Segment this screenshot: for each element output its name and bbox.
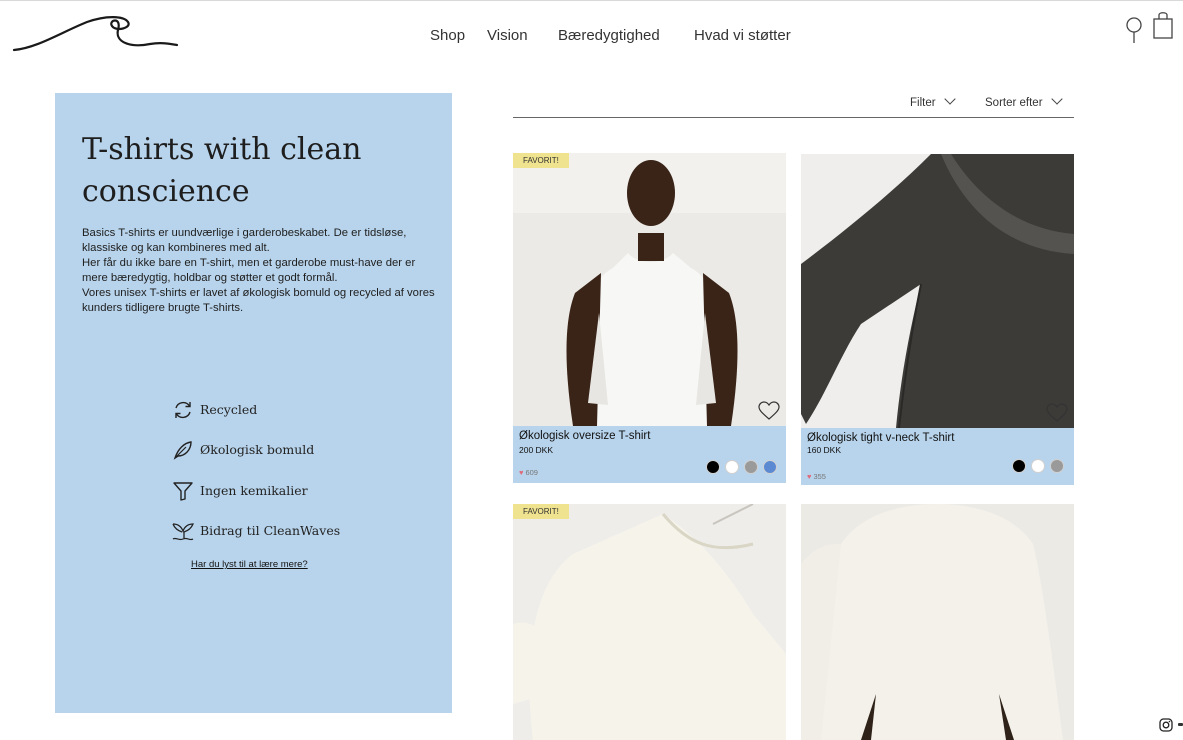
product-name: Økologisk oversize T-shirt (519, 430, 651, 442)
product-info: Økologisk tight v-neck T-shirt 160 DKK ♥… (801, 428, 1074, 485)
product-photo (513, 153, 786, 426)
product-name: Økologisk tight v-neck T-shirt (807, 432, 955, 444)
location-pin-icon[interactable] (1124, 16, 1144, 44)
shopping-bag-icon[interactable] (1151, 10, 1175, 40)
main-nav: Shop Vision Bæredygtighed Hvad vi støtte… (0, 27, 1183, 47)
product-card[interactable] (801, 504, 1074, 740)
product-price: 200 DKK (519, 445, 554, 455)
product-card[interactable]: FAVORIT! (513, 504, 786, 740)
top-border (0, 0, 1183, 1)
page-title: T-shirts with clean conscience (82, 132, 362, 209)
like-count-value: 355 (813, 472, 826, 481)
intro-paragraph: Her får du ikke bare en T-shirt, men et … (82, 257, 416, 284)
product-photo (801, 154, 1074, 428)
nav-sustainability[interactable]: Bæredygtighed (558, 27, 660, 44)
color-swatch[interactable] (1012, 459, 1026, 473)
learn-more-link[interactable]: Har du lyst til at lære mere? (191, 559, 308, 570)
feature-organic-cotton: Økologisk bomuld (172, 439, 392, 463)
instagram-icon[interactable] (1159, 718, 1173, 732)
color-swatch[interactable] (725, 460, 739, 474)
color-swatch[interactable] (744, 460, 758, 474)
like-count-value: 609 (525, 468, 538, 477)
heart-icon[interactable] (1046, 403, 1068, 423)
sort-dropdown[interactable]: Sorter efter (985, 93, 1063, 109)
like-count: ♥ 355 (807, 472, 826, 481)
like-count: ♥ 609 (519, 468, 538, 477)
product-card[interactable]: Økologisk tight v-neck T-shirt 160 DKK ♥… (801, 154, 1074, 485)
sort-label: Sorter efter (985, 97, 1043, 109)
product-photo (513, 504, 786, 740)
social-icon-partial (1178, 723, 1183, 726)
intro-panel: T-shirts with clean conscience Basics T-… (55, 93, 452, 713)
chevron-down-icon (943, 93, 956, 105)
favorite-badge: FAVORIT! (513, 153, 569, 168)
intro-paragraph: Basics T-shirts er uundværlige i gardero… (82, 227, 407, 254)
product-price: 160 DKK (807, 445, 842, 455)
leaf-icon (173, 441, 192, 460)
feature-label: Bidrag til CleanWaves (200, 523, 341, 538)
favorite-badge: FAVORIT! (513, 504, 569, 519)
color-swatch[interactable] (1031, 459, 1045, 473)
filter-dropdown[interactable]: Filter (910, 93, 956, 109)
color-swatch[interactable] (1050, 459, 1064, 473)
heart-icon: ♥ (519, 468, 524, 477)
heart-icon[interactable] (758, 401, 780, 421)
intro-paragraph: Vores unisex T-shirts er lavet af økolog… (82, 287, 435, 314)
product-card[interactable]: FAVORIT! Økologisk oversize T-shirt 200 … (513, 153, 786, 483)
filter-label: Filter (910, 97, 936, 109)
intro-description: Basics T-shirts er uundværlige i gardero… (82, 226, 437, 316)
nav-vision[interactable]: Vision (487, 27, 528, 44)
chevron-down-icon (1050, 93, 1063, 105)
color-swatch[interactable] (706, 460, 720, 474)
nav-what-we-support[interactable]: Hvad vi støtter (694, 27, 791, 44)
feature-label: Ingen kemikalier (200, 483, 308, 498)
whale-tail-icon (172, 523, 194, 541)
color-swatches (1012, 459, 1068, 473)
filter-icon (173, 482, 193, 501)
product-info: Økologisk oversize T-shirt 200 DKK ♥ 609 (513, 426, 786, 483)
heart-icon: ♥ (807, 472, 812, 481)
feature-recycled: Recycled (172, 399, 392, 423)
color-swatches (706, 460, 780, 474)
product-toolbar: Filter Sorter efter (513, 93, 1074, 118)
feature-label: Økologisk bomuld (200, 442, 315, 457)
product-photo (801, 504, 1074, 740)
feature-label: Recycled (200, 402, 258, 417)
recycle-icon (175, 401, 191, 419)
feature-clean-waves: Bidrag til CleanWaves (172, 520, 392, 544)
feature-no-chemicals: Ingen kemikalier (172, 480, 392, 504)
color-swatch[interactable] (763, 460, 777, 474)
nav-shop[interactable]: Shop (430, 27, 465, 44)
